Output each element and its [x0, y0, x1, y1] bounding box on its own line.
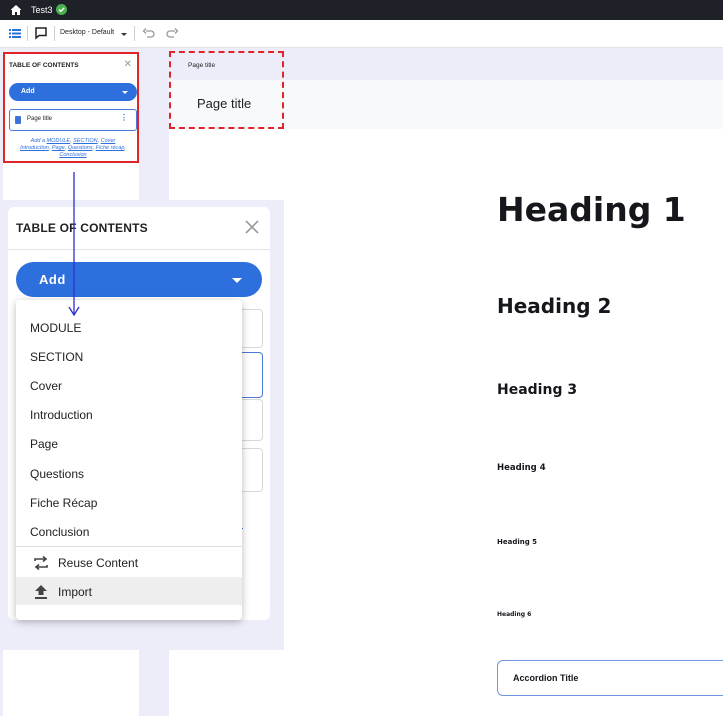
- page-doc-icon: [15, 116, 21, 124]
- page-title[interactable]: Page title: [197, 96, 251, 111]
- add-button-label: Add: [21, 88, 35, 95]
- menu-item-page[interactable]: Page: [30, 437, 58, 451]
- heading-2[interactable]: Heading 2: [497, 294, 611, 318]
- menu-item-reuse-content[interactable]: Reuse Content: [58, 556, 138, 570]
- menu-item-import[interactable]: Import: [58, 585, 92, 599]
- toolbar: Desktop - Default: [0, 20, 723, 48]
- add-links-prefix: Add a: [30, 138, 46, 144]
- device-selector[interactable]: Desktop - Default: [60, 29, 114, 36]
- redo-icon[interactable]: [165, 26, 179, 40]
- more-options-icon[interactable]: ⋮: [120, 114, 128, 122]
- add-button-label: Add: [39, 272, 66, 287]
- project-name: Test3: [31, 5, 53, 15]
- add-link-module[interactable]: MODULE: [47, 138, 71, 144]
- menu-item-introduction[interactable]: Introduction: [30, 408, 93, 422]
- add-link-conclusion[interactable]: Conclusion: [59, 152, 86, 158]
- home-icon[interactable]: [9, 3, 23, 17]
- add-links-comma: ,: [92, 145, 95, 151]
- toc-item-label: Page title: [27, 116, 53, 122]
- list-icon[interactable]: [8, 26, 22, 40]
- top-bar: [0, 0, 723, 20]
- toolbar-separator: [134, 26, 135, 41]
- zoom-connector-arrow: [68, 172, 80, 317]
- saved-check-icon: [56, 4, 67, 15]
- add-link-page[interactable]: Page: [52, 145, 65, 151]
- add-links-comma: ,: [124, 145, 126, 151]
- add-link-section[interactable]: SECTION: [73, 138, 97, 144]
- menu-item-import-highlight[interactable]: [16, 577, 242, 605]
- add-links-comma: ,: [97, 138, 100, 144]
- heading-3[interactable]: Heading 3: [497, 382, 577, 398]
- toc-panel-small: TABLE OF CONTENTS ✕ Add Page title ⋮ Add…: [3, 52, 139, 163]
- menu-item-section[interactable]: SECTION: [30, 350, 83, 364]
- menu-item-questions[interactable]: Questions: [30, 467, 84, 481]
- chevron-down-icon[interactable]: [121, 33, 127, 36]
- add-links-comma: ,: [70, 138, 72, 144]
- page-title-label: Page title: [188, 62, 216, 69]
- accordion-title: Accordion Title: [513, 673, 579, 683]
- undo-icon[interactable]: [142, 26, 156, 40]
- close-icon[interactable]: ✕: [124, 60, 132, 70]
- toolbar-separator: [54, 26, 55, 41]
- toc-title: TABLE OF CONTENTS: [9, 62, 79, 69]
- heading-1[interactable]: Heading 1: [497, 190, 686, 229]
- menu-divider: [16, 546, 242, 547]
- add-link-cover[interactable]: Cover: [101, 138, 116, 144]
- heading-6[interactable]: Heading 6: [497, 611, 531, 618]
- upload-icon: [35, 585, 47, 599]
- menu-item-fiche-recap[interactable]: Fiche Récap: [30, 496, 97, 510]
- add-links: Add a MODULE, SECTION, Cover Introductio…: [9, 138, 137, 159]
- add-dropdown-menu: MODULE SECTION Cover Introduction Page Q…: [16, 300, 242, 620]
- add-button[interactable]: Add: [16, 262, 262, 297]
- heading-5[interactable]: Heading 5: [497, 538, 537, 546]
- toolbar-separator: [27, 26, 28, 41]
- toc-item-page-title[interactable]: Page title ⋮: [9, 109, 137, 131]
- add-links-comma: ,: [64, 145, 67, 151]
- add-link-introduction[interactable]: Introduction: [20, 145, 49, 151]
- add-links-comma: ,: [48, 145, 51, 151]
- chevron-down-icon: [122, 91, 128, 94]
- heading-4[interactable]: Heading 4: [497, 463, 546, 473]
- add-link-questions[interactable]: Questions: [68, 145, 93, 151]
- add-button[interactable]: Add: [9, 83, 137, 101]
- accordion[interactable]: Accordion Title: [497, 660, 723, 696]
- chevron-down-icon: [232, 278, 242, 283]
- page-title-highlight: [169, 51, 284, 129]
- close-icon[interactable]: [244, 219, 260, 235]
- divider: [8, 249, 270, 250]
- comment-icon[interactable]: [34, 26, 48, 40]
- menu-item-module[interactable]: MODULE: [30, 321, 81, 335]
- menu-item-conclusion[interactable]: Conclusion: [30, 525, 89, 539]
- add-link-fiche-recap[interactable]: Fiche récap: [96, 145, 125, 151]
- menu-item-cover[interactable]: Cover: [30, 379, 62, 393]
- reuse-icon: [34, 555, 48, 571]
